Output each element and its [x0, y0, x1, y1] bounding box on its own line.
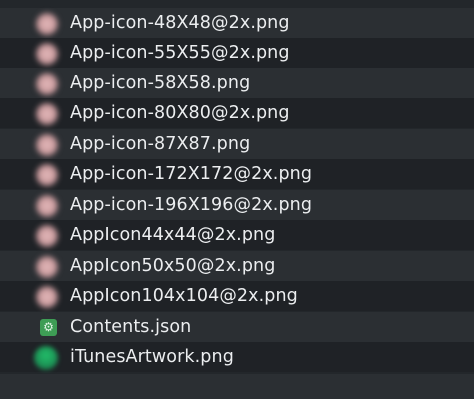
empty-row: [0, 374, 474, 399]
file-list: App-icon-48X48@2x.png App-icon-55X55@2x.…: [0, 0, 474, 399]
file-name: Contents.json: [70, 317, 192, 337]
image-thumbnail-icon: [36, 73, 58, 95]
file-name: App-icon-172X172@2x.png: [70, 164, 313, 184]
image-thumbnail-icon: [36, 286, 58, 308]
file-row[interactable]: App-icon-80X80@2x.png: [0, 98, 474, 128]
file-name: iTunesArtwork.png: [70, 347, 234, 367]
image-thumbnail-icon: [36, 13, 58, 35]
file-name: AppIcon104x104@2x.png: [70, 286, 298, 306]
image-thumbnail-icon: [36, 43, 58, 65]
file-row[interactable]: iTunesArtwork.png: [0, 342, 474, 372]
file-row[interactable]: App-icon-196X196@2x.png: [0, 190, 474, 220]
file-name: App-icon-80X80@2x.png: [70, 103, 290, 123]
file-row[interactable]: ⚙ Contents.json: [0, 312, 474, 342]
file-row[interactable]: AppIcon50x50@2x.png: [0, 251, 474, 281]
file-name: App-icon-196X196@2x.png: [70, 195, 313, 215]
file-row[interactable]: App-icon-48X48@2x.png: [0, 8, 474, 38]
image-thumbnail-icon: [36, 103, 58, 125]
file-row[interactable]: App-icon-55X55@2x.png: [0, 38, 474, 68]
file-row[interactable]: AppIcon104x104@2x.png: [0, 281, 474, 311]
image-thumbnail-icon: [34, 346, 58, 370]
file-row[interactable]: App-icon-87X87.png: [0, 129, 474, 159]
image-thumbnail-icon: [36, 195, 58, 217]
file-row[interactable]: App-icon-58X58.png: [0, 68, 474, 98]
file-row[interactable]: App-icon-172X172@2x.png: [0, 159, 474, 189]
file-name: App-icon-87X87.png: [70, 134, 251, 154]
image-thumbnail-icon: [36, 225, 58, 247]
file-name: AppIcon44x44@2x.png: [70, 225, 276, 245]
file-name: App-icon-55X55@2x.png: [70, 43, 290, 63]
file-row[interactable]: AppIcon44x44@2x.png: [0, 220, 474, 250]
image-thumbnail-icon: [36, 134, 58, 156]
image-thumbnail-icon: [36, 164, 58, 186]
json-file-icon: ⚙: [40, 319, 57, 336]
file-name: App-icon-48X48@2x.png: [70, 13, 290, 33]
image-thumbnail-icon: [36, 256, 58, 278]
file-name: AppIcon50x50@2x.png: [70, 256, 276, 276]
file-name: App-icon-58X58.png: [70, 73, 251, 93]
